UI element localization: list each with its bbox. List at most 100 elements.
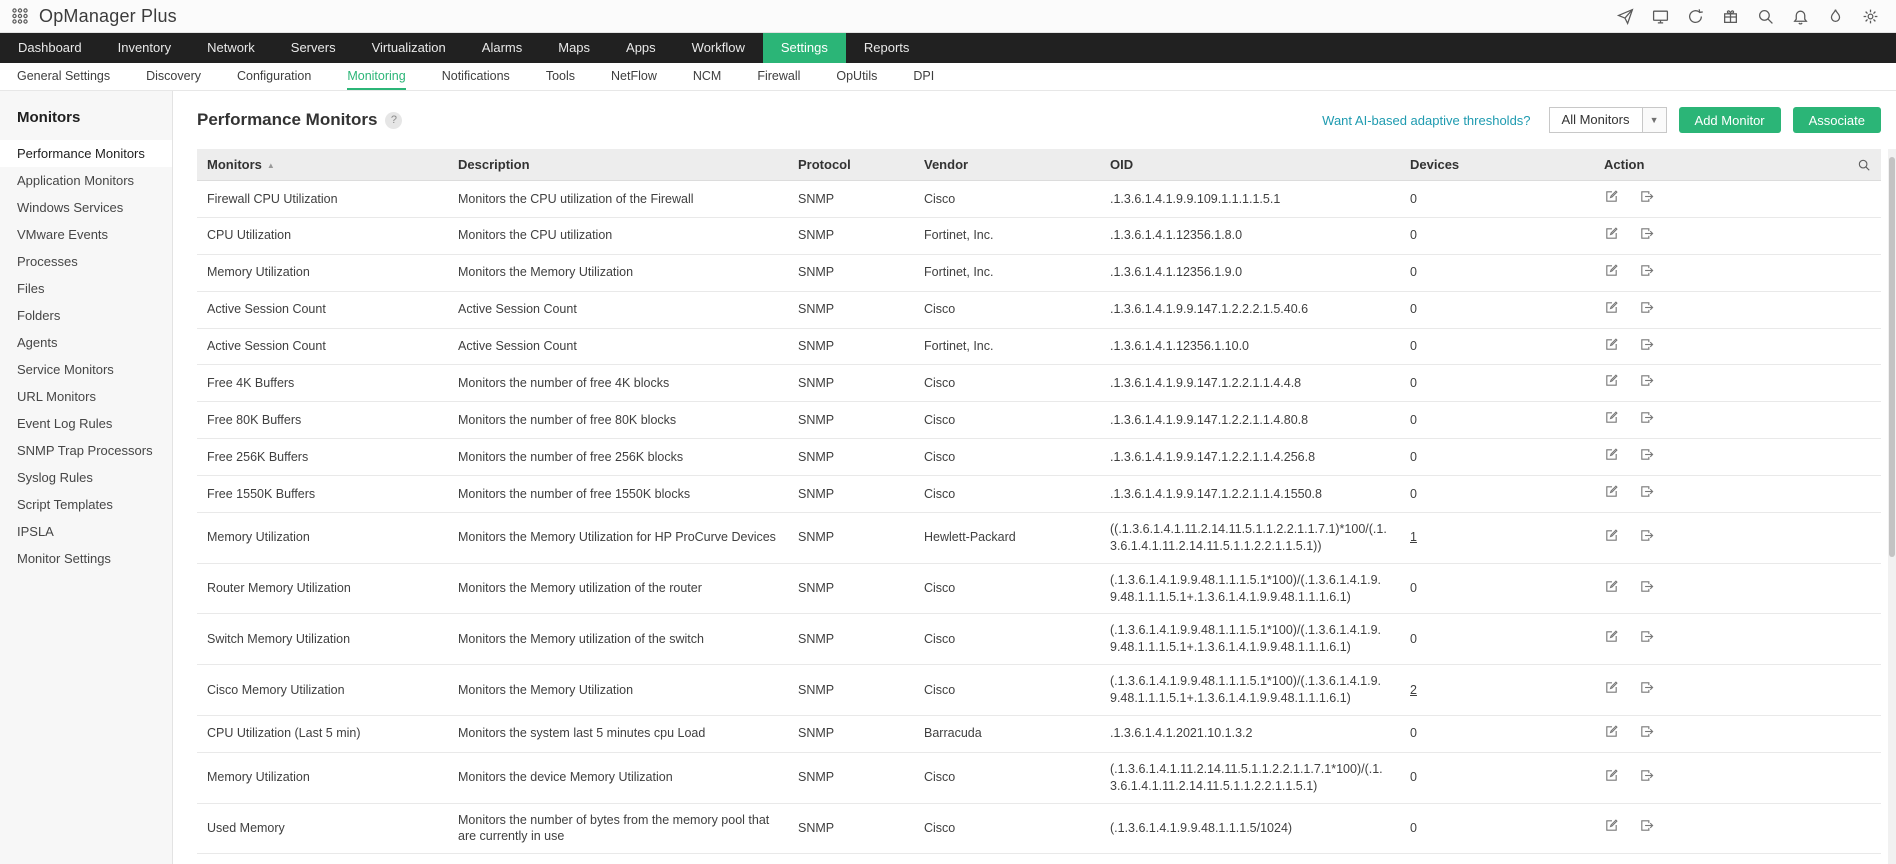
sidebar-item[interactable]: URL Monitors bbox=[0, 383, 172, 410]
devices-cell: 0 bbox=[1400, 291, 1594, 329]
monitor-protocol: SNMP bbox=[788, 512, 914, 564]
sidebar-item[interactable]: Performance Monitors bbox=[0, 140, 172, 167]
associate-icon[interactable] bbox=[1639, 629, 1654, 644]
help-icon[interactable]: ? bbox=[385, 111, 403, 129]
gear-icon[interactable] bbox=[1861, 7, 1880, 26]
scrollbar-thumb[interactable] bbox=[1889, 157, 1895, 557]
subnav-item[interactable]: OpUtils bbox=[836, 63, 877, 90]
devices-count[interactable]: 2 bbox=[1410, 683, 1417, 697]
column-monitors[interactable]: Monitors ▲ bbox=[197, 149, 448, 181]
sidebar-item[interactable]: Folders bbox=[0, 302, 172, 329]
edit-icon[interactable] bbox=[1604, 724, 1619, 739]
associate-icon[interactable] bbox=[1639, 484, 1654, 499]
nav-item[interactable]: Inventory bbox=[100, 33, 189, 63]
associate-icon[interactable] bbox=[1639, 724, 1654, 739]
nav-item[interactable]: Dashboard bbox=[0, 33, 100, 63]
edit-icon[interactable] bbox=[1604, 484, 1619, 499]
sidebar-item[interactable]: VMware Events bbox=[0, 221, 172, 248]
sidebar-item[interactable]: Files bbox=[0, 275, 172, 302]
associate-icon[interactable] bbox=[1639, 226, 1654, 241]
sidebar-item[interactable]: Monitor Settings bbox=[0, 545, 172, 572]
devices-count[interactable]: 1 bbox=[1410, 530, 1417, 544]
sidebar-item[interactable]: Processes bbox=[0, 248, 172, 275]
flame-icon[interactable] bbox=[1826, 7, 1845, 26]
subnav-item[interactable]: Tools bbox=[546, 63, 575, 90]
paper-plane-icon[interactable] bbox=[1616, 7, 1635, 26]
screen-share-icon[interactable] bbox=[1651, 7, 1670, 26]
sidebar-item[interactable]: Application Monitors bbox=[0, 167, 172, 194]
search-icon[interactable] bbox=[1756, 7, 1775, 26]
nav-item[interactable]: Alarms bbox=[464, 33, 540, 63]
associate-icon[interactable] bbox=[1639, 447, 1654, 462]
edit-icon[interactable] bbox=[1604, 768, 1619, 783]
associate-icon[interactable] bbox=[1639, 818, 1654, 833]
associate-icon[interactable] bbox=[1639, 410, 1654, 425]
row-actions bbox=[1594, 613, 1881, 666]
devices-cell: 0 bbox=[1400, 715, 1594, 753]
nav-item[interactable]: Network bbox=[189, 33, 273, 63]
edit-icon[interactable] bbox=[1604, 447, 1619, 462]
associate-icon[interactable] bbox=[1639, 263, 1654, 278]
subnav-item[interactable]: General Settings bbox=[17, 63, 110, 90]
monitor-oid: (.1.3.6.1.4.1.9.9.48.1.1.1.5.1*100)/(.1.… bbox=[1100, 563, 1400, 615]
sidebar-item[interactable]: Event Log Rules bbox=[0, 410, 172, 437]
gift-icon[interactable] bbox=[1721, 7, 1740, 26]
edit-icon[interactable] bbox=[1604, 337, 1619, 352]
sidebar-item[interactable]: Agents bbox=[0, 329, 172, 356]
nav-item[interactable]: Maps bbox=[540, 33, 608, 63]
associate-icon[interactable] bbox=[1639, 528, 1654, 543]
subnav-item[interactable]: DPI bbox=[913, 63, 934, 90]
sync-icon[interactable] bbox=[1686, 7, 1705, 26]
edit-icon[interactable] bbox=[1604, 818, 1619, 833]
monitor-description: Monitors the number of bytes from the me… bbox=[448, 853, 788, 864]
monitor-filter-dropdown[interactable]: All Monitors ▼ bbox=[1548, 107, 1667, 133]
nav-item[interactable]: Reports bbox=[846, 33, 928, 63]
subnav-item[interactable]: NCM bbox=[693, 63, 721, 90]
nav-item[interactable]: Servers bbox=[273, 33, 354, 63]
edit-icon[interactable] bbox=[1604, 410, 1619, 425]
edit-icon[interactable] bbox=[1604, 300, 1619, 315]
chevron-down-icon[interactable]: ▼ bbox=[1641, 108, 1666, 132]
subnav-item[interactable]: Discovery bbox=[146, 63, 201, 90]
associate-icon[interactable] bbox=[1639, 300, 1654, 315]
sidebar-item[interactable]: IPSLA bbox=[0, 518, 172, 545]
apps-grid-icon[interactable] bbox=[10, 7, 29, 26]
bell-icon[interactable] bbox=[1791, 7, 1810, 26]
nav-item[interactable]: Workflow bbox=[674, 33, 763, 63]
subnav-item[interactable]: NetFlow bbox=[611, 63, 657, 90]
monitor-oid: ((.1.3.6.1.4.1.11.2.14.11.5.1.1.2.2.1.1.… bbox=[1100, 512, 1400, 564]
monitor-name: Free 256K Buffers bbox=[197, 438, 448, 476]
subnav-item[interactable]: Configuration bbox=[237, 63, 311, 90]
nav-item[interactable]: Virtualization bbox=[354, 33, 464, 63]
subnav-item[interactable]: Monitoring bbox=[347, 63, 406, 90]
subnav-item[interactable]: Firewall bbox=[757, 63, 800, 90]
vertical-scrollbar[interactable] bbox=[1888, 149, 1896, 864]
associate-icon[interactable] bbox=[1639, 680, 1654, 695]
sidebar-item[interactable]: Windows Services bbox=[0, 194, 172, 221]
edit-icon[interactable] bbox=[1604, 629, 1619, 644]
table-search-icon[interactable] bbox=[1857, 158, 1871, 172]
ai-thresholds-link[interactable]: Want AI-based adaptive thresholds? bbox=[1322, 113, 1530, 128]
add-monitor-button[interactable]: Add Monitor bbox=[1678, 107, 1781, 133]
edit-icon[interactable] bbox=[1604, 226, 1619, 241]
associate-icon[interactable] bbox=[1639, 579, 1654, 594]
edit-icon[interactable] bbox=[1604, 263, 1619, 278]
sidebar-item[interactable]: Script Templates bbox=[0, 491, 172, 518]
row-actions bbox=[1594, 752, 1881, 804]
edit-icon[interactable] bbox=[1604, 373, 1619, 388]
associate-icon[interactable] bbox=[1639, 768, 1654, 783]
sidebar-item[interactable]: Syslog Rules bbox=[0, 464, 172, 491]
sidebar-item[interactable]: SNMP Trap Processors bbox=[0, 437, 172, 464]
associate-icon[interactable] bbox=[1639, 373, 1654, 388]
edit-icon[interactable] bbox=[1604, 579, 1619, 594]
edit-icon[interactable] bbox=[1604, 189, 1619, 204]
nav-item[interactable]: Apps bbox=[608, 33, 674, 63]
associate-button[interactable]: Associate bbox=[1792, 107, 1881, 133]
subnav-item[interactable]: Notifications bbox=[442, 63, 510, 90]
edit-icon[interactable] bbox=[1604, 680, 1619, 695]
associate-icon[interactable] bbox=[1639, 337, 1654, 352]
sidebar-item[interactable]: Service Monitors bbox=[0, 356, 172, 383]
associate-icon[interactable] bbox=[1639, 189, 1654, 204]
nav-item[interactable]: Settings bbox=[762, 33, 846, 63]
edit-icon[interactable] bbox=[1604, 528, 1619, 543]
